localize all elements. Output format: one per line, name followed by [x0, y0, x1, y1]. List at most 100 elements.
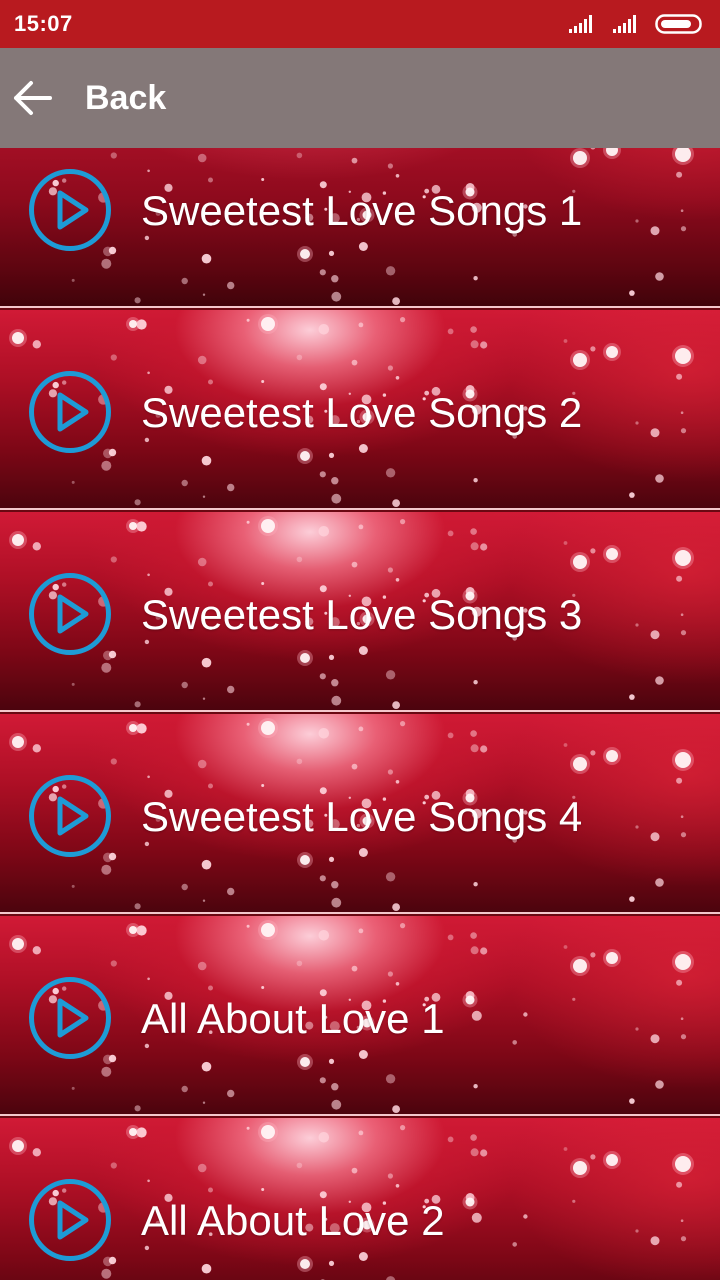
sparkle-glow: [9, 329, 27, 347]
sparkle-dot: [358, 1050, 368, 1059]
sparkle-dot: [606, 548, 618, 560]
sparkle-dot: [650, 1236, 660, 1246]
sparkle-dot: [328, 856, 335, 862]
play-icon[interactable]: [28, 774, 112, 858]
sparkle-dot: [385, 468, 396, 478]
back-button[interactable]: Back: [85, 78, 166, 118]
sparkle-dot: [395, 1184, 400, 1188]
sparkle-dot: [71, 278, 75, 282]
play-icon[interactable]: [28, 1178, 112, 1262]
sparkle-dot: [563, 743, 568, 747]
sparkle-dot: [246, 318, 250, 322]
sparkle-dot: [32, 340, 41, 349]
sparkle-dot: [385, 1276, 396, 1280]
sparkle-dot: [246, 1126, 250, 1130]
sparkle-dot: [227, 887, 235, 896]
sparkle-dot: [261, 721, 275, 735]
sparkle-glow: [672, 547, 694, 569]
sparkle-dot: [331, 679, 339, 687]
play-icon[interactable]: [28, 370, 112, 454]
play-icon[interactable]: [28, 168, 112, 252]
sparkle-dot: [331, 1099, 342, 1110]
sparkle-dot: [12, 332, 24, 344]
song-title: All About Love 2: [141, 1197, 445, 1244]
sparkle-dot: [12, 534, 24, 546]
sparkle-glow: [126, 1125, 140, 1139]
sparkle-dot: [351, 763, 358, 770]
sparkle-dot: [385, 1074, 396, 1084]
sparkle-dot: [465, 1197, 475, 1207]
sparkle-dot: [296, 556, 303, 563]
sparkle-dot: [201, 859, 212, 870]
sparkle-dot: [71, 480, 75, 484]
sparkle-dot: [358, 444, 368, 453]
sparkle-dot: [655, 474, 664, 483]
sparkle-dot: [328, 250, 335, 256]
sparkle-dot: [201, 1061, 212, 1072]
sparkle-dot: [296, 1162, 303, 1169]
sparkle-dot: [32, 1148, 41, 1157]
sparkle-dot: [473, 680, 478, 685]
sparkle-dot: [650, 630, 660, 640]
sparkle-dot: [470, 932, 477, 939]
song-title: Sweetest Love Songs 2: [141, 389, 583, 436]
sparkle-dot: [261, 519, 275, 533]
sparkle-dot: [680, 630, 687, 636]
sparkle-dot: [261, 582, 265, 585]
sparkle-dot: [296, 960, 303, 967]
list-item[interactable]: Sweetest Love Songs 2: [0, 310, 720, 510]
sparkle-dot: [201, 455, 212, 466]
sparkle-dot: [319, 673, 326, 680]
sparkle-dot: [246, 924, 250, 928]
sparkle-dot: [246, 520, 250, 524]
sparkle-dot: [470, 542, 479, 551]
sparkle-dot: [465, 991, 475, 1000]
sparkle-dot: [676, 777, 683, 784]
sparkle-dot: [590, 1154, 596, 1160]
sparkle-dot: [227, 685, 235, 694]
sparkle-dot: [392, 1105, 400, 1113]
sparkle-glow: [672, 749, 694, 771]
sparkle-dot: [676, 1181, 683, 1188]
sparkle-dot: [471, 1010, 482, 1021]
sparkle-dot: [331, 1083, 339, 1091]
play-icon[interactable]: [28, 976, 112, 1060]
sparkle-dot: [261, 923, 275, 937]
sparkle-dot: [447, 328, 454, 335]
sparkle-dot: [201, 253, 212, 264]
sparkle-dot: [110, 960, 117, 967]
sparkle-dot: [680, 1017, 684, 1020]
sparkle-dot: [395, 578, 400, 582]
sparkle-dot: [71, 884, 75, 888]
sparkle-dot: [331, 291, 342, 302]
sparkle-dot: [635, 1027, 639, 1031]
divider: [0, 1114, 720, 1116]
sparkle-dot: [110, 354, 117, 361]
sparkle-dot: [473, 1084, 478, 1089]
sparkle-dot: [147, 775, 150, 779]
list-item[interactable]: Sweetest Love Songs 4: [0, 714, 720, 914]
sparkle-dot: [296, 758, 303, 765]
song-list: Sweetest Love Songs 1 Sweetest Love Song…: [0, 148, 720, 1280]
list-item[interactable]: Sweetest Love Songs 1: [0, 148, 720, 308]
list-item[interactable]: Sweetest Love Songs 3: [0, 512, 720, 712]
arrow-left-icon[interactable]: [10, 75, 56, 121]
sparkle-dot: [675, 1156, 691, 1172]
play-icon[interactable]: [28, 572, 112, 656]
sparkle-dot: [680, 1219, 684, 1222]
sparkle-dot: [392, 903, 400, 911]
list-item[interactable]: All About Love 2: [0, 1118, 720, 1280]
sparkle-dot: [675, 752, 691, 768]
sparkle-glow: [462, 992, 478, 1008]
sparkle-dot: [32, 946, 41, 955]
sparkle-dot: [202, 1101, 206, 1104]
sparkle-glow: [570, 754, 590, 774]
sparkle-dot: [208, 379, 213, 385]
sparkle-dot: [351, 561, 358, 568]
sparkle-dot: [197, 557, 207, 567]
sparkle-glow: [258, 516, 278, 536]
list-item[interactable]: All About Love 1: [0, 916, 720, 1116]
sparkle-dot: [385, 670, 396, 680]
sparkle-dot: [351, 359, 358, 366]
sparkle-glow: [462, 1194, 478, 1210]
